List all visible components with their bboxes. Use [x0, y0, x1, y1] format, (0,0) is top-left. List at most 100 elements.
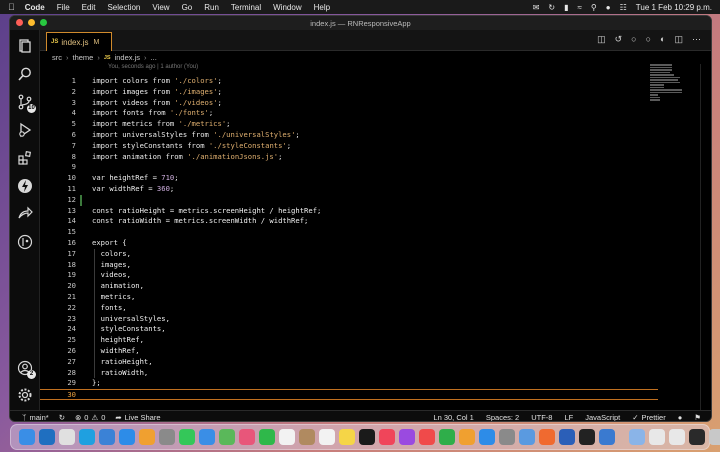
zoom-window-button[interactable] [40, 19, 47, 26]
clock[interactable]: Tue 1 Feb 10:29 p.m. [636, 3, 712, 12]
sync-status-icon[interactable]: ↻ [548, 3, 555, 12]
apple-icon[interactable]:  [8, 2, 15, 12]
numbers-icon[interactable] [439, 429, 455, 445]
menu-run[interactable]: Run [204, 3, 219, 12]
xcode-icon[interactable] [99, 429, 115, 445]
explorer-icon[interactable] [17, 38, 33, 54]
live-share-icon[interactable] [17, 206, 33, 222]
word-icon[interactable] [559, 429, 575, 445]
code-line[interactable]: 12 [40, 195, 648, 206]
more-actions-icon[interactable]: ⋯ [692, 34, 701, 45]
code-line[interactable]: 5 import metrics from './metrics'; [40, 119, 648, 130]
downloads-icon[interactable] [629, 429, 645, 445]
code-line[interactable]: 20 animation, [40, 281, 648, 292]
code-line[interactable]: 9 [40, 162, 648, 173]
code-line[interactable]: 14 const ratioWidth = metrics.screenWidth… [40, 216, 648, 227]
launchpad-icon[interactable] [159, 429, 175, 445]
control-center-icon[interactable]: ☷ [620, 3, 627, 12]
git-commit-prev-icon[interactable]: ○ [631, 34, 636, 45]
battery-icon[interactable]: ▮ [564, 3, 568, 12]
end-of-line[interactable]: LF [564, 413, 573, 422]
finder-icon[interactable] [19, 429, 35, 445]
code-line[interactable]: 11 var widthRef = 360; [40, 184, 648, 195]
problems-status[interactable]: ⊗ 0 ⚠ 0 [75, 413, 105, 422]
cursor-position[interactable]: Ln 30, Col 1 [433, 413, 473, 422]
xcode-sim-icon[interactable] [599, 429, 615, 445]
breadcrumb-file[interactable]: index.js [115, 53, 140, 62]
code-line[interactable]: 18 images, [40, 260, 648, 271]
indentation[interactable]: Spaces: 2 [486, 413, 519, 422]
tab-index-js[interactable]: JS index.js M [46, 32, 112, 51]
mail-icon[interactable] [199, 429, 215, 445]
code-line[interactable]: 8 import animation from './animationJsons… [40, 152, 648, 163]
code-line[interactable]: 7 import styleConstants from './styleCons… [40, 141, 648, 152]
code-line[interactable]: 28 ratioWidth, [40, 368, 648, 379]
menu-view[interactable]: View [152, 3, 169, 12]
code-line[interactable]: 17 colors, [40, 249, 648, 260]
search-view-icon[interactable] [17, 66, 33, 82]
code-editor[interactable]: You, seconds ago | 1 author (You) 1 impor… [40, 64, 658, 410]
tv-icon[interactable] [359, 429, 375, 445]
extensions-icon[interactable] [17, 150, 33, 166]
postman-icon[interactable] [539, 429, 555, 445]
news-icon[interactable] [419, 429, 435, 445]
menu-edit[interactable]: Edit [82, 3, 96, 12]
accounts-icon[interactable]: 2 [17, 360, 36, 379]
code-line[interactable]: 19 videos, [40, 270, 648, 281]
gitlens-icon[interactable] [17, 234, 33, 250]
code-line[interactable]: 16 export { [40, 238, 648, 249]
facetime-icon[interactable] [259, 429, 275, 445]
live-share-status[interactable]: ➦ Live Share [115, 413, 160, 422]
terminal-icon[interactable] [579, 429, 595, 445]
search-icon[interactable]: ⚲ [591, 3, 597, 12]
manage-gear-icon[interactable] [17, 387, 33, 403]
code-line[interactable]: 25 heightRef, [40, 335, 648, 346]
prettier-status[interactable]: ✓ Prettier [632, 413, 665, 422]
notifications-icon[interactable]: ⚑ [694, 413, 701, 422]
vertical-scrollbar[interactable] [700, 64, 710, 410]
reminders-icon[interactable] [319, 429, 335, 445]
sync-button[interactable]: ↻ [59, 413, 65, 422]
code-line[interactable]: 29}; [40, 378, 648, 389]
maps-icon[interactable] [219, 429, 235, 445]
code-line[interactable]: 2 import images from './images'; [40, 87, 648, 98]
preview-icon[interactable] [519, 429, 535, 445]
code-line[interactable]: 27 ratioHeight, [40, 357, 648, 368]
menu-go[interactable]: Go [182, 3, 193, 12]
code-line[interactable]: 13 const ratioHeight = metrics.screenHeig… [40, 206, 648, 217]
window-2-icon[interactable] [669, 429, 685, 445]
close-window-button[interactable] [16, 19, 23, 26]
code-line[interactable]: 1 import colors from './colors'; [40, 76, 648, 87]
notes-icon[interactable] [339, 429, 355, 445]
breadcrumb-symbols[interactable]: ... [151, 53, 157, 62]
photo-library-icon[interactable] [239, 429, 255, 445]
photos-icon[interactable] [139, 429, 155, 445]
branch-status[interactable]: ᛉ main* [22, 413, 49, 422]
split-editor-icon[interactable]: ◫ [674, 34, 683, 45]
menu-file[interactable]: File [57, 3, 70, 12]
code-line[interactable]: 30 [40, 389, 658, 400]
open-changes-icon[interactable]: ◫ [597, 34, 606, 45]
pages-icon[interactable] [459, 429, 475, 445]
compare-icon[interactable]: ◐ [660, 34, 665, 45]
messages-icon[interactable] [179, 429, 195, 445]
code-line[interactable]: 15 [40, 227, 648, 238]
language-mode[interactable]: JavaScript [585, 413, 620, 422]
go-back-icon[interactable]: ↺ [615, 34, 623, 45]
wifi-icon[interactable]: ≈ [578, 3, 582, 12]
chrome-icon[interactable] [59, 429, 75, 445]
window-1-icon[interactable] [649, 429, 665, 445]
code-line[interactable]: 4 import fonts from './fonts'; [40, 108, 648, 119]
podcasts-icon[interactable] [399, 429, 415, 445]
encoding[interactable]: UTF-8 [531, 413, 552, 422]
code-line[interactable]: 22 fonts, [40, 303, 648, 314]
menu-app-name[interactable]: Code [25, 3, 45, 12]
vscode-icon[interactable] [39, 429, 55, 445]
thunder-client-icon[interactable] [17, 178, 33, 194]
code-line[interactable]: 6 import universalStyles from './universa… [40, 130, 648, 141]
breadcrumb-theme[interactable]: theme [73, 53, 94, 62]
minimap[interactable] [650, 64, 690, 114]
code-line[interactable]: 10 var heightRef = 710; [40, 173, 648, 184]
gutter-change-marker[interactable] [80, 194, 82, 206]
breadcrumb-src[interactable]: src [52, 53, 62, 62]
